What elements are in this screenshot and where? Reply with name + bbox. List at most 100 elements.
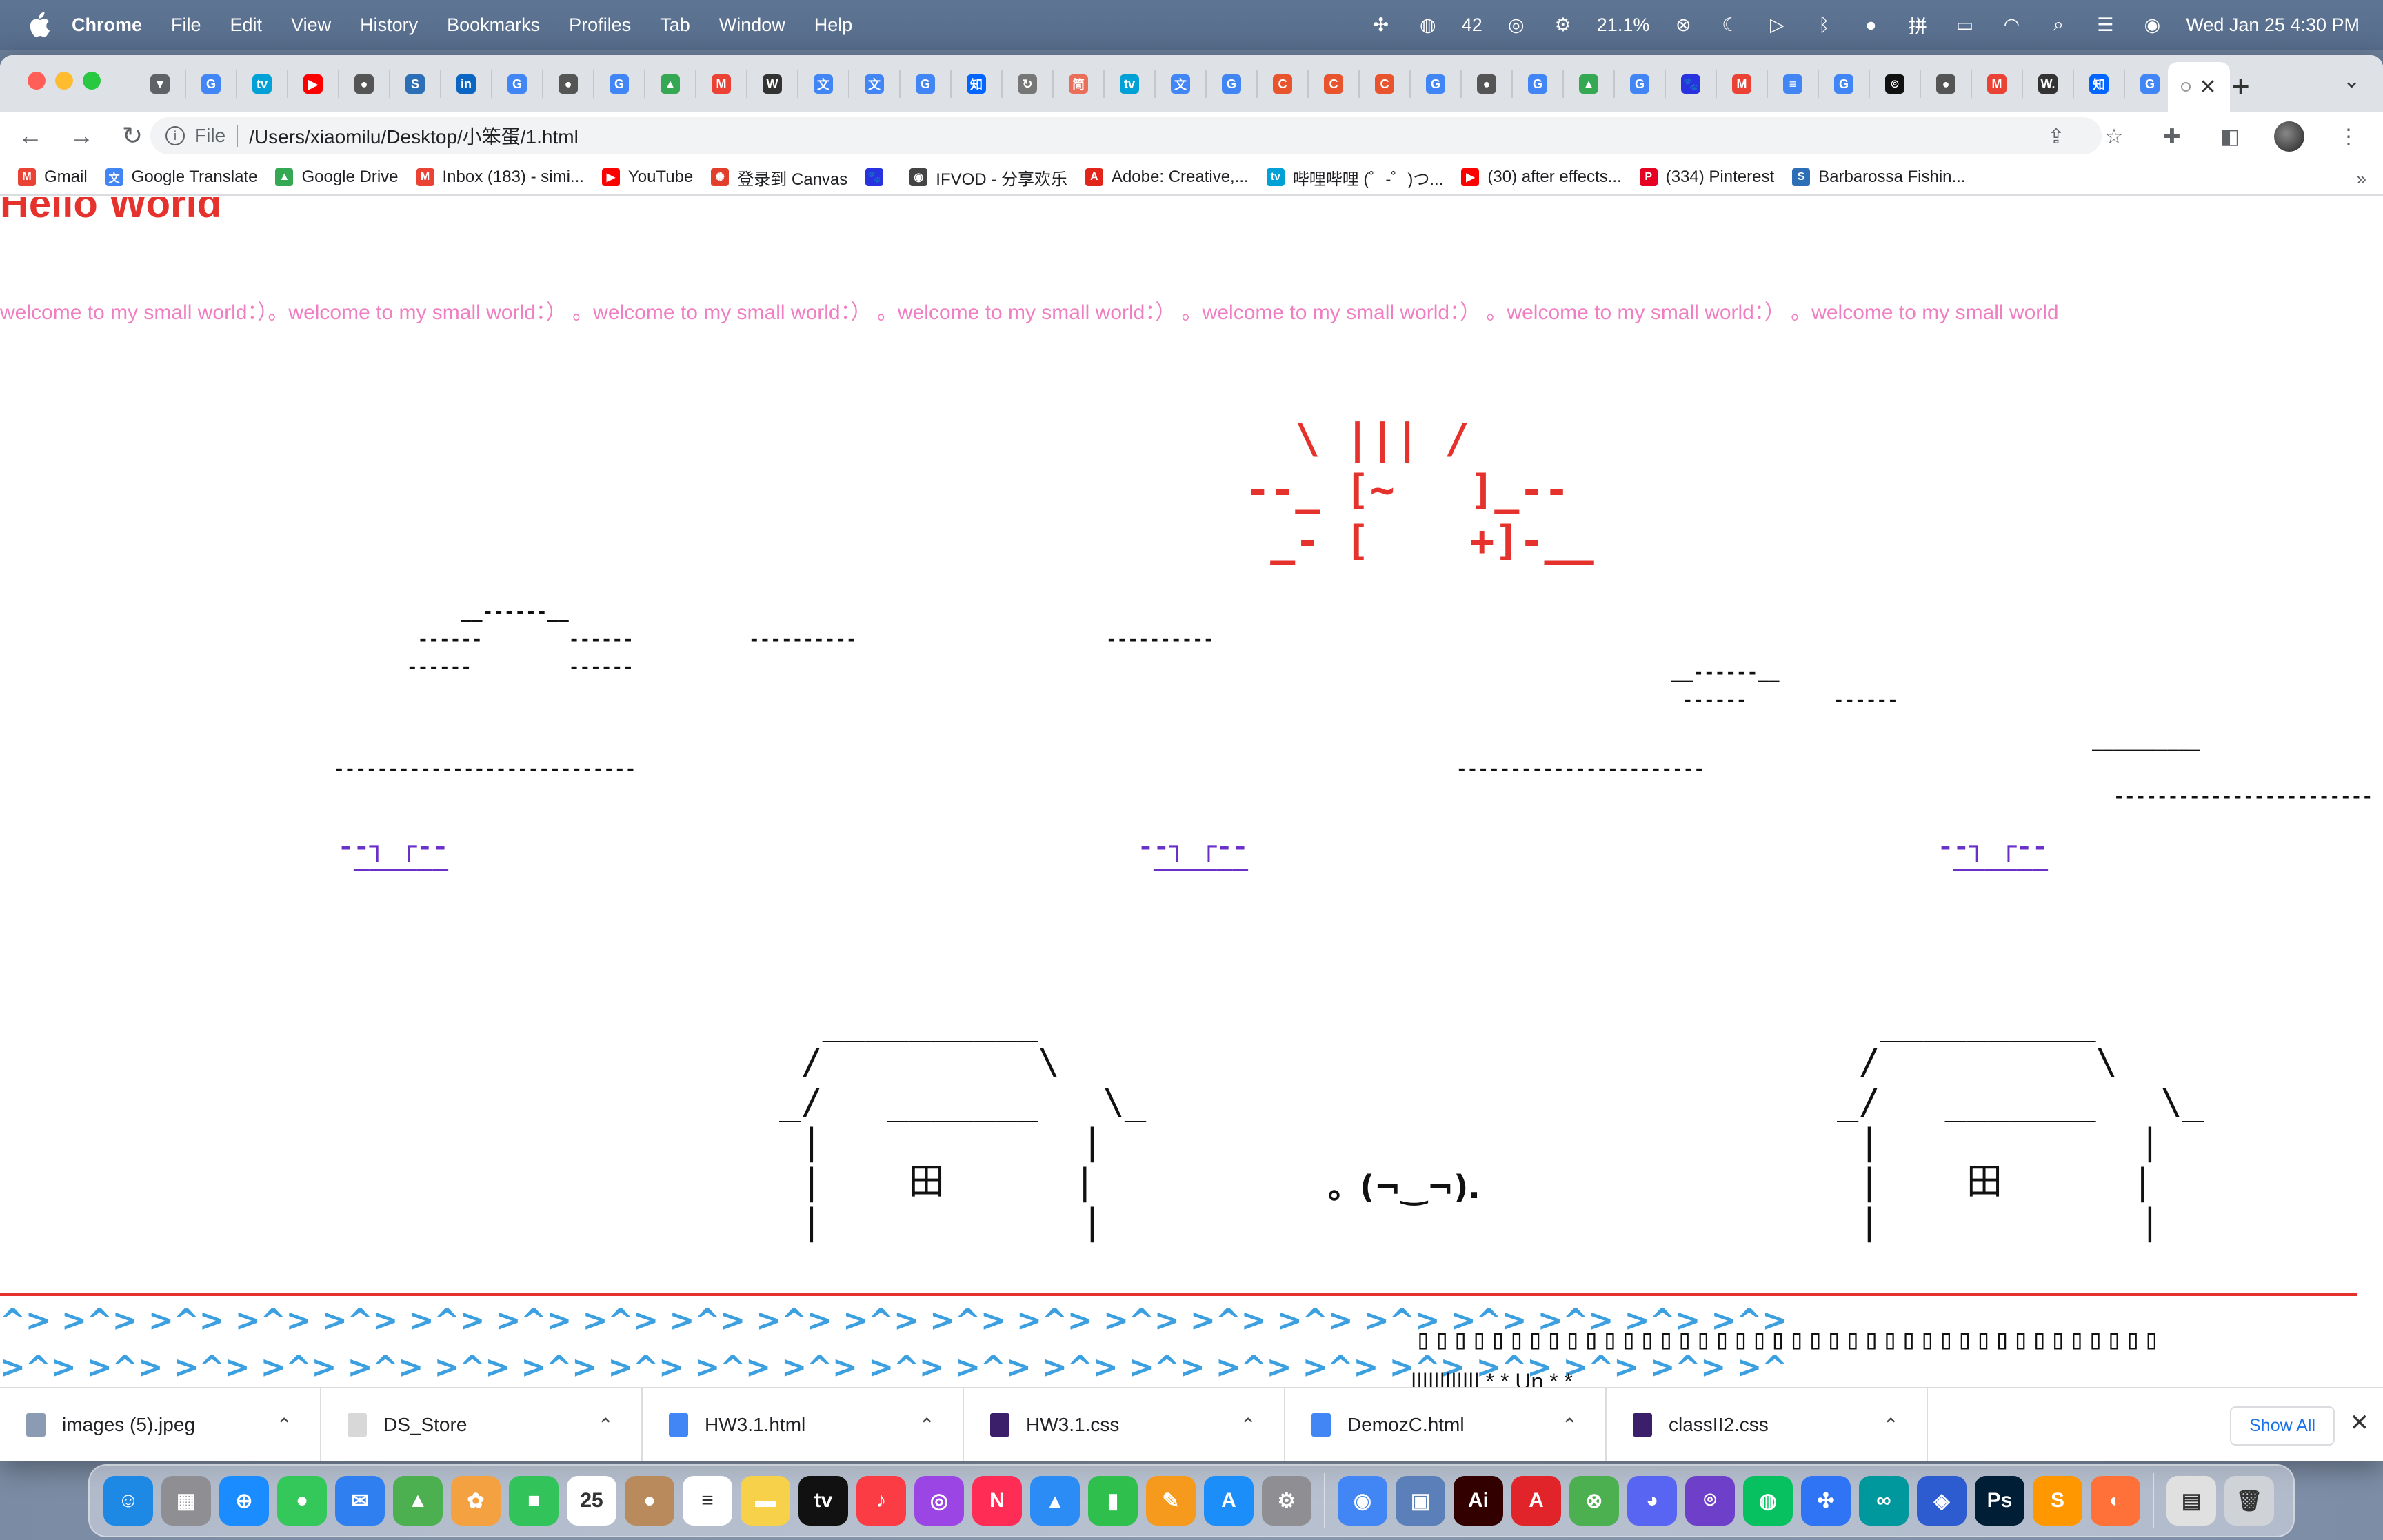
dock-photoshop-icon[interactable]: Ps [1975, 1476, 2024, 1526]
download-item[interactable]: images (5).jpeg ⌃ [0, 1388, 321, 1461]
pinned-tab[interactable]: M [696, 70, 747, 98]
download-options-chevron-icon[interactable]: ⌃ [1240, 1414, 1256, 1437]
pinned-tab[interactable]: M [1717, 70, 1768, 98]
bookmark-star-icon[interactable]: ☆ [2100, 123, 2128, 150]
apple-logo-icon[interactable] [26, 11, 51, 39]
reload-icon[interactable]: ↻ [119, 121, 146, 150]
active-tab[interactable]: ✕ [2168, 62, 2230, 112]
dock-baidu-icon[interactable]: ✣ [1801, 1476, 1851, 1526]
bluetooth-icon[interactable]: ᛒ [1811, 13, 1837, 37]
pinned-tab[interactable]: G [186, 70, 237, 98]
pinned-tab[interactable]: ● [1921, 70, 1972, 98]
pinned-tab[interactable]: 文 [798, 70, 849, 98]
close-tab-icon[interactable]: ✕ [2199, 75, 2216, 99]
wechat-icon[interactable]: ◍ [1415, 13, 1441, 37]
pinned-tab[interactable]: G [1615, 70, 1666, 98]
dock-document-icon[interactable]: ▤ [2166, 1476, 2216, 1526]
dock-mail-icon[interactable]: ✉ [335, 1476, 385, 1526]
menu-window[interactable]: Window [719, 14, 785, 36]
pinned-tab[interactable]: ● [1462, 70, 1513, 98]
close-window-button[interactable] [28, 72, 46, 90]
menu-help[interactable]: Help [814, 14, 853, 36]
dock-chrome-icon[interactable]: ◉ [1338, 1476, 1387, 1526]
pinned-tab[interactable]: C [1360, 70, 1411, 98]
address-bar[interactable]: i File /Users/xiaomilu/Desktop/小笨蛋/1.htm… [150, 117, 2102, 154]
pinned-tab[interactable]: ▲ [645, 70, 696, 98]
dock-facetime-icon[interactable]: ■ [509, 1476, 559, 1526]
dock-photos-icon[interactable]: ✿ [451, 1476, 501, 1526]
dock-trash-icon[interactable]: 🗑 [2224, 1476, 2274, 1526]
dock-settings-icon[interactable]: ⚙ [1262, 1476, 1311, 1526]
dock-acrobat-icon[interactable]: A [1511, 1476, 1561, 1526]
pinned-tab[interactable]: 文 [849, 70, 901, 98]
dock-finder-icon[interactable]: ☺ [103, 1476, 153, 1526]
dock-contacts-icon[interactable]: ● [625, 1476, 674, 1526]
input-method-icon[interactable]: 拼 [1904, 13, 1931, 37]
vpn-icon[interactable]: ◎ [1503, 13, 1529, 37]
menu-tab[interactable]: Tab [660, 14, 690, 36]
dock-maps-icon[interactable]: ▲ [393, 1476, 443, 1526]
bookmark-item[interactable]: 文 Google Translate [105, 168, 257, 187]
dock-firefox-icon[interactable]: ◐ [2091, 1476, 2140, 1526]
pinned-tab[interactable]: 知 [952, 70, 1003, 98]
dock-preview-icon[interactable]: ▣ [1396, 1476, 1445, 1526]
bookmark-item[interactable]: P (334) Pinterest [1639, 168, 1774, 187]
pinned-tab[interactable]: ⌾ [1870, 70, 1921, 98]
menu-file[interactable]: File [171, 14, 201, 36]
pinned-tab[interactable]: C [1309, 70, 1360, 98]
new-tab-button[interactable]: + [2231, 68, 2250, 105]
moon-icon[interactable]: ☾ [1717, 13, 1743, 37]
pinned-tab[interactable]: ▶ [288, 70, 339, 98]
spotlight-search-icon[interactable]: ⌕ [2045, 13, 2071, 37]
dock-keynote-icon[interactable]: ▴ [1030, 1476, 1080, 1526]
dock-network-icon[interactable]: ⊗ [1569, 1476, 1619, 1526]
pinned-tab[interactable]: 简 [1054, 70, 1105, 98]
menu-profiles[interactable]: Profiles [569, 14, 631, 36]
pinned-tab[interactable]: 文 [1156, 70, 1207, 98]
dock-reminders-icon[interactable]: ≡ [683, 1476, 732, 1526]
dock-illustrator-icon[interactable]: Ai [1454, 1476, 1503, 1526]
dock-news-icon[interactable]: N [972, 1476, 1022, 1526]
share-icon[interactable]: ⇪ [2042, 123, 2070, 150]
baidu-netdisk-icon[interactable]: ✣ [1368, 13, 1394, 37]
pinned-tab[interactable]: G [1513, 70, 1564, 98]
pinned-tab[interactable]: in [441, 70, 492, 98]
back-arrow-icon[interactable]: ← [17, 121, 44, 150]
pinned-tab[interactable]: W. [2023, 70, 2074, 98]
side-panel-icon[interactable]: ◧ [2216, 123, 2244, 150]
dock-discord-icon[interactable]: ◕ [1627, 1476, 1677, 1526]
siri-icon[interactable]: ◉ [2139, 13, 2165, 37]
dock-pages-icon[interactable]: ✎ [1146, 1476, 1196, 1526]
info-icon[interactable]: i [165, 126, 185, 145]
dock-wechat-icon[interactable]: ◍ [1743, 1476, 1793, 1526]
pinned-tab[interactable]: tv [237, 70, 288, 98]
download-options-chevron-icon[interactable]: ⌃ [598, 1414, 614, 1437]
dock-safari-icon[interactable]: ⊕ [219, 1476, 269, 1526]
pinned-tab[interactable]: ▼ [135, 70, 186, 98]
download-item[interactable]: DemozC.html ⌃ [1285, 1388, 1607, 1461]
dock-appstore-icon[interactable]: A [1204, 1476, 1254, 1526]
pinned-tab[interactable]: S [390, 70, 441, 98]
dock-podcasts-icon[interactable]: ◎ [914, 1476, 964, 1526]
download-item[interactable]: HW3.1.html ⌃ [643, 1388, 964, 1461]
menu-app-name[interactable]: Chrome [72, 14, 142, 36]
menubar-clock[interactable]: Wed Jan 25 4:30 PM [2186, 14, 2360, 36]
cpu-icon[interactable]: ⚙ [1550, 13, 1576, 37]
bookmark-item[interactable]: tv 哔哩哔哩 (゜-゜)つ... [1266, 165, 1443, 190]
bookmark-item[interactable]: M Gmail [18, 168, 88, 187]
tab-search-chevron-icon[interactable]: ⌄ [2343, 69, 2360, 93]
bookmark-item[interactable]: M Inbox (183) - simi... [416, 168, 584, 187]
dock-launchpad-icon[interactable]: ▦ [161, 1476, 211, 1526]
show-all-downloads-button[interactable]: Show All [2230, 1406, 2335, 1446]
download-item[interactable]: DS_Store ⌃ [321, 1388, 643, 1461]
bookmark-item[interactable]: ✺ 登录到 Canvas [711, 165, 847, 190]
menu-view[interactable]: View [291, 14, 331, 36]
pinned-tab[interactable]: 知 [2074, 70, 2125, 98]
pinned-tab[interactable]: W [747, 70, 798, 98]
circle-icon[interactable]: ● [1858, 13, 1884, 37]
dock-sublime-icon[interactable]: S [2033, 1476, 2082, 1526]
download-item[interactable]: HW3.1.css ⌃ [964, 1388, 1285, 1461]
download-options-chevron-icon[interactable]: ⌃ [276, 1414, 292, 1437]
pinned-tab[interactable]: ≡ [1768, 70, 1819, 98]
pinned-tab[interactable]: G [492, 70, 543, 98]
